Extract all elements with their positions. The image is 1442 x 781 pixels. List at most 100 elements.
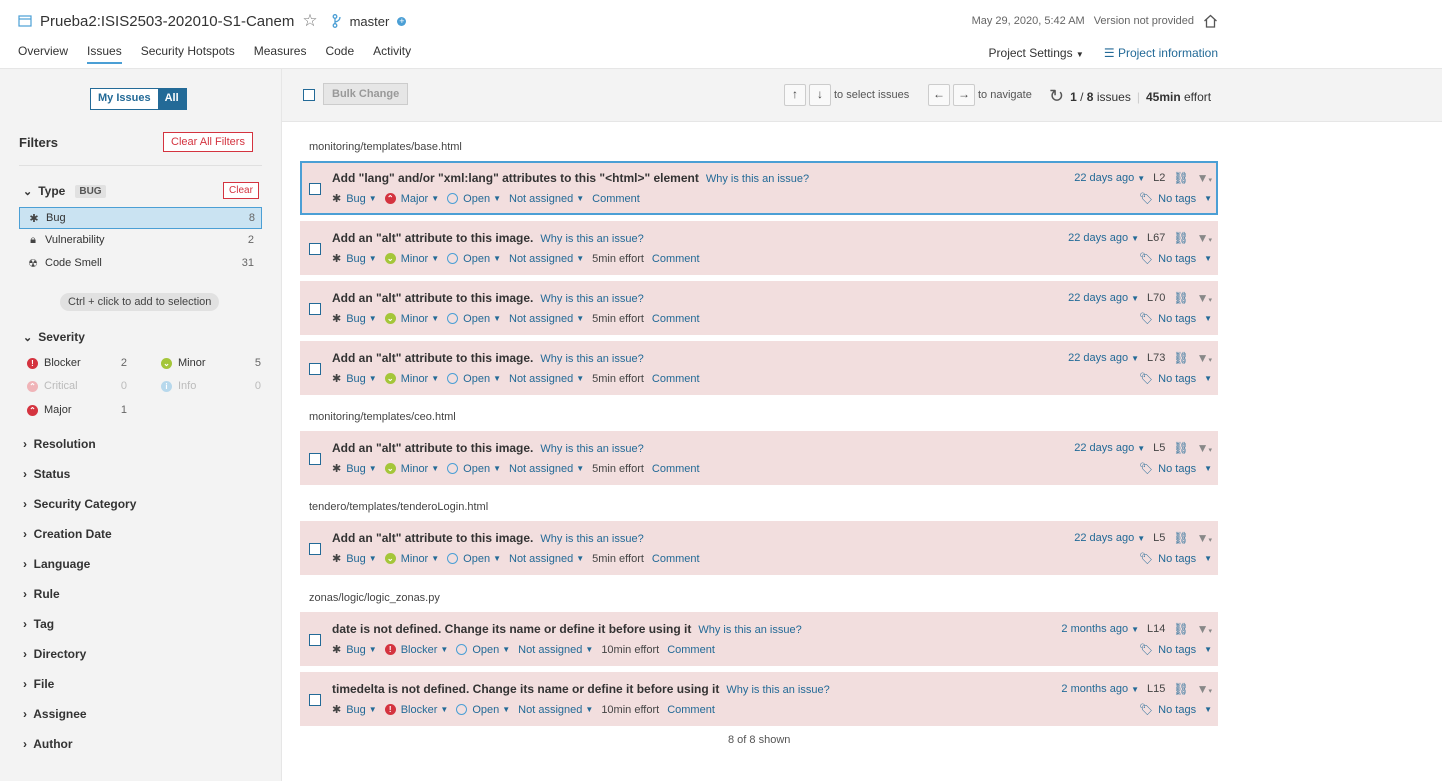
issue-status[interactable]: Open ▼: [447, 253, 501, 265]
issue-tags[interactable]: 🏷︎ No tags ▼: [1139, 312, 1212, 326]
issue-comment-link[interactable]: Comment: [652, 553, 700, 565]
tab-code[interactable]: Code: [325, 44, 354, 64]
issue-status[interactable]: Open ▼: [456, 644, 510, 656]
tab-activity[interactable]: Activity: [373, 44, 411, 64]
issue-comment-link[interactable]: Comment: [667, 704, 715, 716]
issue-tags[interactable]: 🏷︎ No tags ▼: [1139, 552, 1212, 566]
issue-checkbox[interactable]: [309, 543, 321, 555]
issue-checkbox[interactable]: [309, 303, 321, 315]
type-bug[interactable]: ✱ Bug 8: [19, 207, 262, 229]
issue-card[interactable]: Add an "alt" attribute to this image. Why…: [300, 281, 1218, 335]
severity-major[interactable]: ⌃ Major 1: [27, 404, 127, 416]
add-branch-icon[interactable]: +: [397, 16, 407, 26]
severity-blocker[interactable]: ! Blocker 2: [27, 357, 127, 369]
issue-card[interactable]: Add an "alt" attribute to this image. Why…: [300, 221, 1218, 275]
issue-message[interactable]: Add an "alt" attribute to this image.: [332, 441, 533, 455]
branch-name[interactable]: master: [350, 14, 390, 29]
facet-type-header[interactable]: ⌄ Type BUG: [23, 184, 106, 198]
facet-security-category[interactable]: › Security Category: [23, 497, 136, 511]
reload-icon[interactable]: ↻: [1049, 86, 1064, 107]
issue-status[interactable]: Open ▼: [447, 463, 501, 475]
issue-tags[interactable]: 🏷︎ No tags ▼: [1139, 192, 1212, 206]
issue-type[interactable]: ✱ Bug ▼: [332, 552, 377, 566]
issue-assignee[interactable]: Not assigned ▼: [509, 313, 584, 325]
project-information-link[interactable]: ☰ Project information: [1104, 46, 1218, 60]
issue-age[interactable]: 2 months ago ▼: [1061, 623, 1139, 635]
issue-comment-link[interactable]: Comment: [652, 373, 700, 385]
why-link[interactable]: Why is this an issue?: [540, 353, 643, 365]
issue-tags[interactable]: 🏷︎ No tags ▼: [1139, 462, 1212, 476]
facet-tag[interactable]: › Tag: [23, 617, 54, 631]
all-issues-button[interactable]: All: [157, 89, 186, 109]
filter-icon[interactable]: ▼▾: [1197, 231, 1212, 245]
tab-issues[interactable]: Issues: [87, 44, 122, 64]
issue-checkbox[interactable]: [309, 694, 321, 706]
issue-status[interactable]: Open ▼: [447, 193, 501, 205]
filter-icon[interactable]: ▼▾: [1197, 531, 1212, 545]
issue-comment-link[interactable]: Comment: [652, 253, 700, 265]
arrow-up-key-icon[interactable]: ↑: [784, 84, 806, 106]
facet-language[interactable]: › Language: [23, 557, 90, 571]
issue-checkbox[interactable]: [309, 363, 321, 375]
permalink-icon[interactable]: ⛓: [1173, 441, 1188, 455]
facet-status[interactable]: › Status: [23, 467, 70, 481]
issue-checkbox[interactable]: [309, 634, 321, 646]
issue-age[interactable]: 22 days ago ▼: [1074, 172, 1145, 184]
issue-card[interactable]: Add an "alt" attribute to this image. Why…: [300, 431, 1218, 485]
why-link[interactable]: Why is this an issue?: [540, 233, 643, 245]
type-vulnerability[interactable]: 🔒︎ Vulnerability 2: [19, 230, 260, 250]
issue-tags[interactable]: 🏷︎ No tags ▼: [1139, 372, 1212, 386]
issue-assignee[interactable]: Not assigned ▼: [509, 193, 584, 205]
issue-type[interactable]: ✱ Bug ▼: [332, 252, 377, 266]
issue-assignee[interactable]: Not assigned ▼: [518, 644, 593, 656]
issue-severity[interactable]: ⌄ Minor ▼: [384, 463, 439, 475]
issue-assignee[interactable]: Not assigned ▼: [509, 463, 584, 475]
issue-severity[interactable]: ⌄ Minor ▼: [384, 313, 439, 325]
facet-resolution[interactable]: › Resolution: [23, 437, 96, 451]
issue-card[interactable]: Add an "alt" attribute to this image. Why…: [300, 521, 1218, 575]
issue-checkbox[interactable]: [309, 183, 321, 195]
clear-all-filters-button[interactable]: Clear All Filters: [163, 132, 253, 152]
why-link[interactable]: Why is this an issue?: [540, 293, 643, 305]
issue-type[interactable]: ✱ Bug ▼: [332, 462, 377, 476]
issue-age[interactable]: 22 days ago ▼: [1068, 232, 1139, 244]
issue-type[interactable]: ✱ Bug ▼: [332, 372, 377, 386]
issue-status[interactable]: Open ▼: [447, 373, 501, 385]
permalink-icon[interactable]: ⛓: [1173, 531, 1188, 545]
issue-message[interactable]: Add an "alt" attribute to this image.: [332, 351, 533, 365]
issue-severity[interactable]: ⌄ Minor ▼: [384, 553, 439, 565]
project-settings-menu[interactable]: Project Settings ▼: [989, 46, 1084, 60]
issue-age[interactable]: 22 days ago ▼: [1068, 352, 1139, 364]
facet-creation-date[interactable]: › Creation Date: [23, 527, 112, 541]
issue-card[interactable]: timedelta is not defined. Change its nam…: [300, 672, 1218, 726]
issue-checkbox[interactable]: [309, 453, 321, 465]
permalink-icon[interactable]: ⛓: [1173, 291, 1188, 305]
facet-author[interactable]: › Author: [23, 737, 73, 751]
severity-minor[interactable]: ⌄ Minor 5: [161, 357, 261, 369]
home-icon[interactable]: [1203, 14, 1218, 28]
issue-comment-link[interactable]: Comment: [652, 463, 700, 475]
severity-info[interactable]: i Info 0: [161, 380, 261, 392]
issue-card[interactable]: Add "lang" and/or "xml:lang" attributes …: [300, 161, 1218, 215]
select-all-checkbox[interactable]: [303, 89, 315, 101]
permalink-icon[interactable]: ⛓: [1173, 682, 1188, 696]
issue-assignee[interactable]: Not assigned ▼: [509, 253, 584, 265]
issue-message[interactable]: Add an "alt" attribute to this image.: [332, 531, 533, 545]
favorite-star-icon[interactable]: ☆: [302, 11, 317, 31]
tab-security-hotspots[interactable]: Security Hotspots: [141, 44, 235, 64]
issue-comment-link[interactable]: Comment: [592, 193, 640, 205]
permalink-icon[interactable]: ⛓: [1173, 171, 1188, 185]
issue-message[interactable]: timedelta is not defined. Change its nam…: [332, 682, 719, 696]
project-title[interactable]: Prueba2:ISIS2503-202010-S1-Canem: [40, 13, 294, 30]
why-link[interactable]: Why is this an issue?: [706, 173, 809, 185]
my-issues-button[interactable]: My Issues: [91, 89, 158, 109]
clear-type-button[interactable]: Clear: [223, 182, 259, 199]
filter-icon[interactable]: ▼▾: [1197, 351, 1212, 365]
why-link[interactable]: Why is this an issue?: [726, 684, 829, 696]
severity-critical[interactable]: ⌃ Critical 0: [27, 380, 127, 392]
issue-assignee[interactable]: Not assigned ▼: [509, 373, 584, 385]
issue-card[interactable]: Add an "alt" attribute to this image. Why…: [300, 341, 1218, 395]
issue-age[interactable]: 22 days ago ▼: [1074, 442, 1145, 454]
issue-status[interactable]: Open ▼: [447, 313, 501, 325]
issue-type[interactable]: ✱ Bug ▼: [332, 192, 377, 206]
